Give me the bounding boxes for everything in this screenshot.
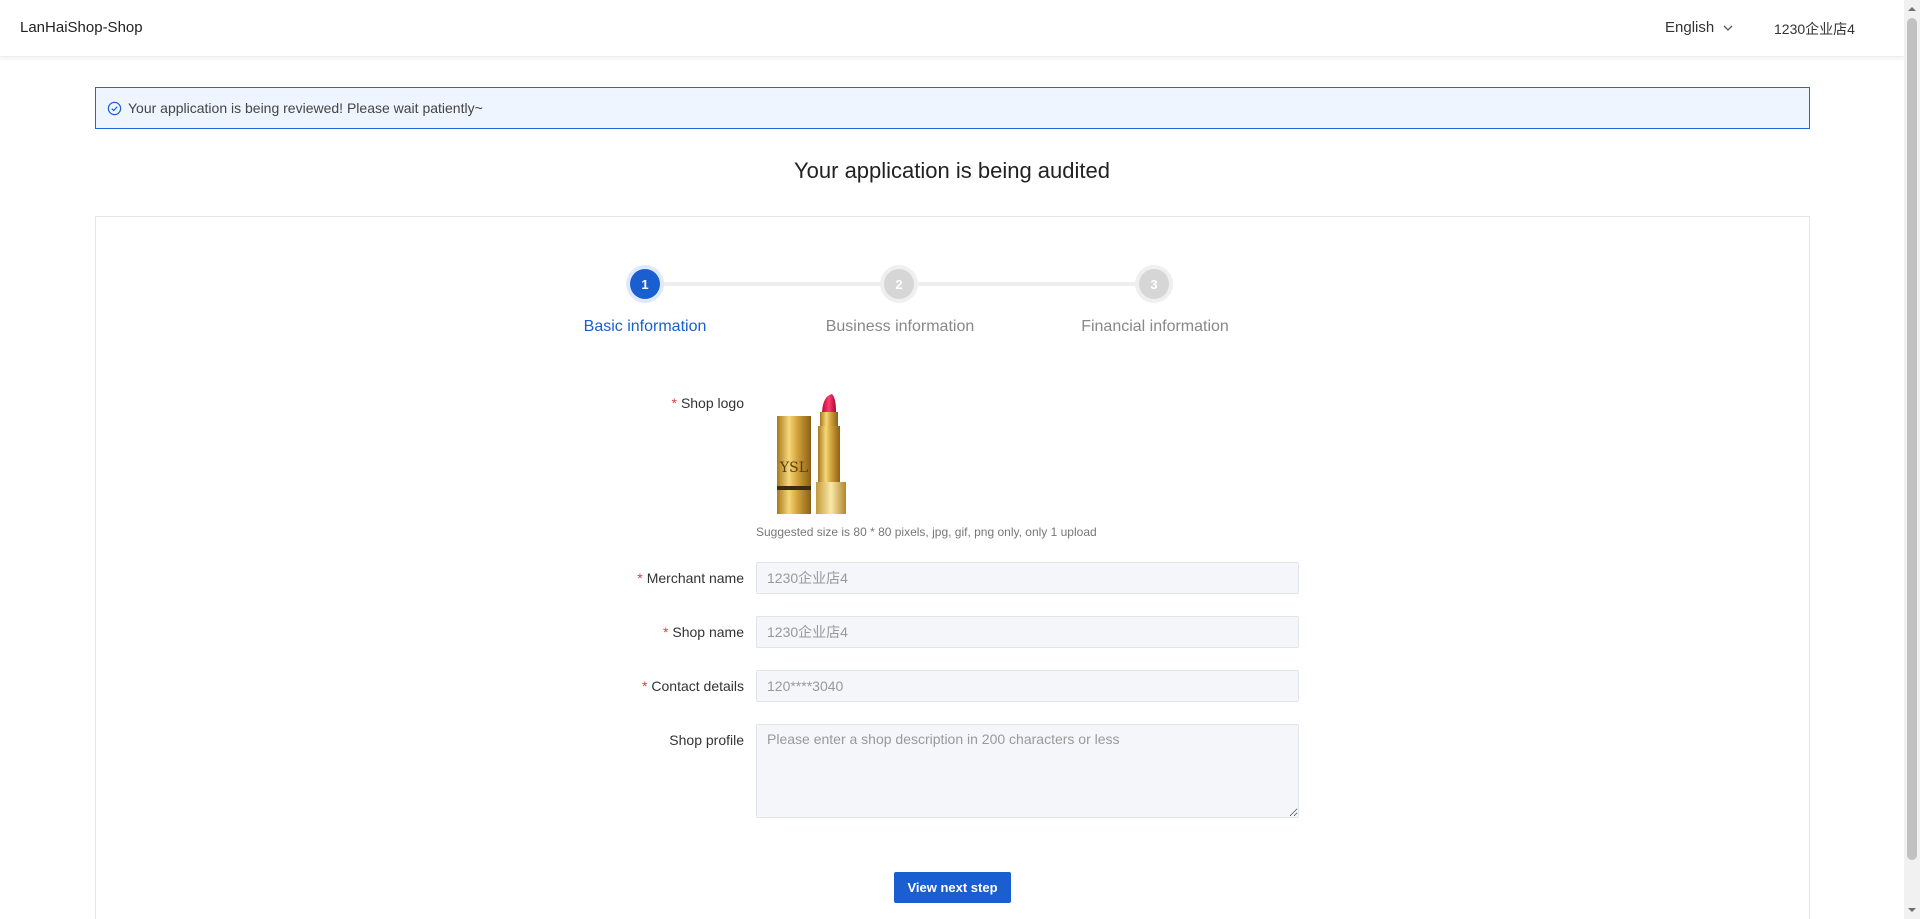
lipstick-logo-image: YSL — [777, 394, 846, 514]
check-circle-icon — [107, 101, 122, 115]
shop-name-input[interactable] — [756, 616, 1299, 648]
step-3-indicator: 3 — [1139, 269, 1169, 299]
svg-text:YSL: YSL — [779, 460, 808, 476]
logo-size-hint: Suggested size is 80 * 80 pixels, jpg, g… — [756, 525, 1097, 539]
step-connector-2 — [914, 282, 1152, 286]
scroll-up-arrow-icon[interactable] — [1907, 4, 1917, 14]
step-1-indicator: 1 — [630, 269, 660, 299]
alert-text: Your application is being reviewed! Plea… — [128, 100, 483, 116]
step-3-label: Financial information — [1081, 318, 1229, 335]
shop-name-label: * Shop name — [662, 624, 744, 640]
shop-profile-label: Shop profile — [669, 732, 744, 748]
step-2-indicator: 2 — [884, 269, 914, 299]
chevron-down-icon — [1723, 25, 1733, 31]
scroll-down-arrow-icon[interactable] — [1907, 905, 1917, 915]
required-mark: * — [671, 395, 677, 411]
brand-title: LanHaiShop-Shop — [20, 19, 143, 36]
top-header: LanHaiShop-Shop English 1230企业店4 — [0, 0, 1904, 57]
contact-details-label: * Contact details — [641, 678, 744, 694]
language-label: English — [1665, 19, 1715, 36]
shop-logo-image[interactable]: YSL — [774, 392, 854, 518]
language-dropdown[interactable]: English — [1665, 19, 1734, 36]
step-2-label: Business information — [825, 318, 975, 335]
scrollbar-thumb[interactable] — [1907, 18, 1917, 860]
page: LanHaiShop-Shop English 1230企业店4 Your ap… — [0, 0, 1920, 919]
view-next-step-button[interactable]: View next step — [894, 872, 1011, 903]
step-connector-1 — [660, 282, 898, 286]
contact-details-input[interactable] — [756, 670, 1299, 702]
merchant-name-input[interactable] — [756, 562, 1299, 594]
step-1-label: Basic information — [583, 318, 707, 335]
vertical-scrollbar[interactable] — [1904, 0, 1920, 919]
page-title: Your application is being audited — [794, 158, 1110, 183]
merchant-name-label: * Merchant name — [637, 570, 744, 586]
user-menu[interactable]: 1230企业店4 — [1774, 19, 1855, 39]
shop-profile-textarea[interactable] — [756, 724, 1299, 818]
review-alert: Your application is being reviewed! Plea… — [95, 87, 1810, 129]
shop-logo-label: * Shop logo — [671, 395, 744, 411]
